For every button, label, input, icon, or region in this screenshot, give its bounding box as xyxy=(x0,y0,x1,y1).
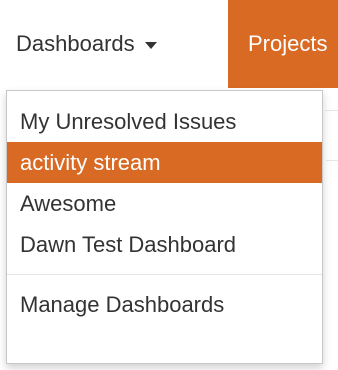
background-fragment xyxy=(325,110,338,131)
projects-menu-button[interactable]: Projects xyxy=(228,0,338,88)
menu-item-my-unresolved-issues[interactable]: My Unresolved Issues xyxy=(7,101,322,142)
top-nav: Dashboards Projects xyxy=(0,0,338,88)
projects-label: Projects xyxy=(248,31,328,56)
menu-divider xyxy=(7,274,322,275)
menu-item-label: Awesome xyxy=(20,191,117,216)
caret-down-icon xyxy=(144,42,157,49)
menu-item-manage-dashboards[interactable]: Manage Dashboards xyxy=(7,284,322,325)
dashboards-menu-button[interactable]: Dashboards xyxy=(16,0,224,88)
page: Dashboards Projects My Unresolved Issues… xyxy=(0,0,338,370)
menu-item-label: Manage Dashboards xyxy=(20,292,225,317)
menu-item-label: My Unresolved Issues xyxy=(20,109,237,134)
dashboards-label: Dashboards xyxy=(16,31,135,56)
background-divider xyxy=(326,160,338,161)
menu-item-awesome[interactable]: Awesome xyxy=(7,183,322,224)
menu-item-label: Dawn Test Dashboard xyxy=(20,232,237,257)
dashboards-dropdown: My Unresolved Issues activity stream Awe… xyxy=(6,90,323,364)
menu-item-activity-stream[interactable]: activity stream xyxy=(7,142,322,183)
menu-item-dawn-test-dashboard[interactable]: Dawn Test Dashboard xyxy=(7,224,322,265)
menu-item-label: activity stream xyxy=(20,150,161,175)
